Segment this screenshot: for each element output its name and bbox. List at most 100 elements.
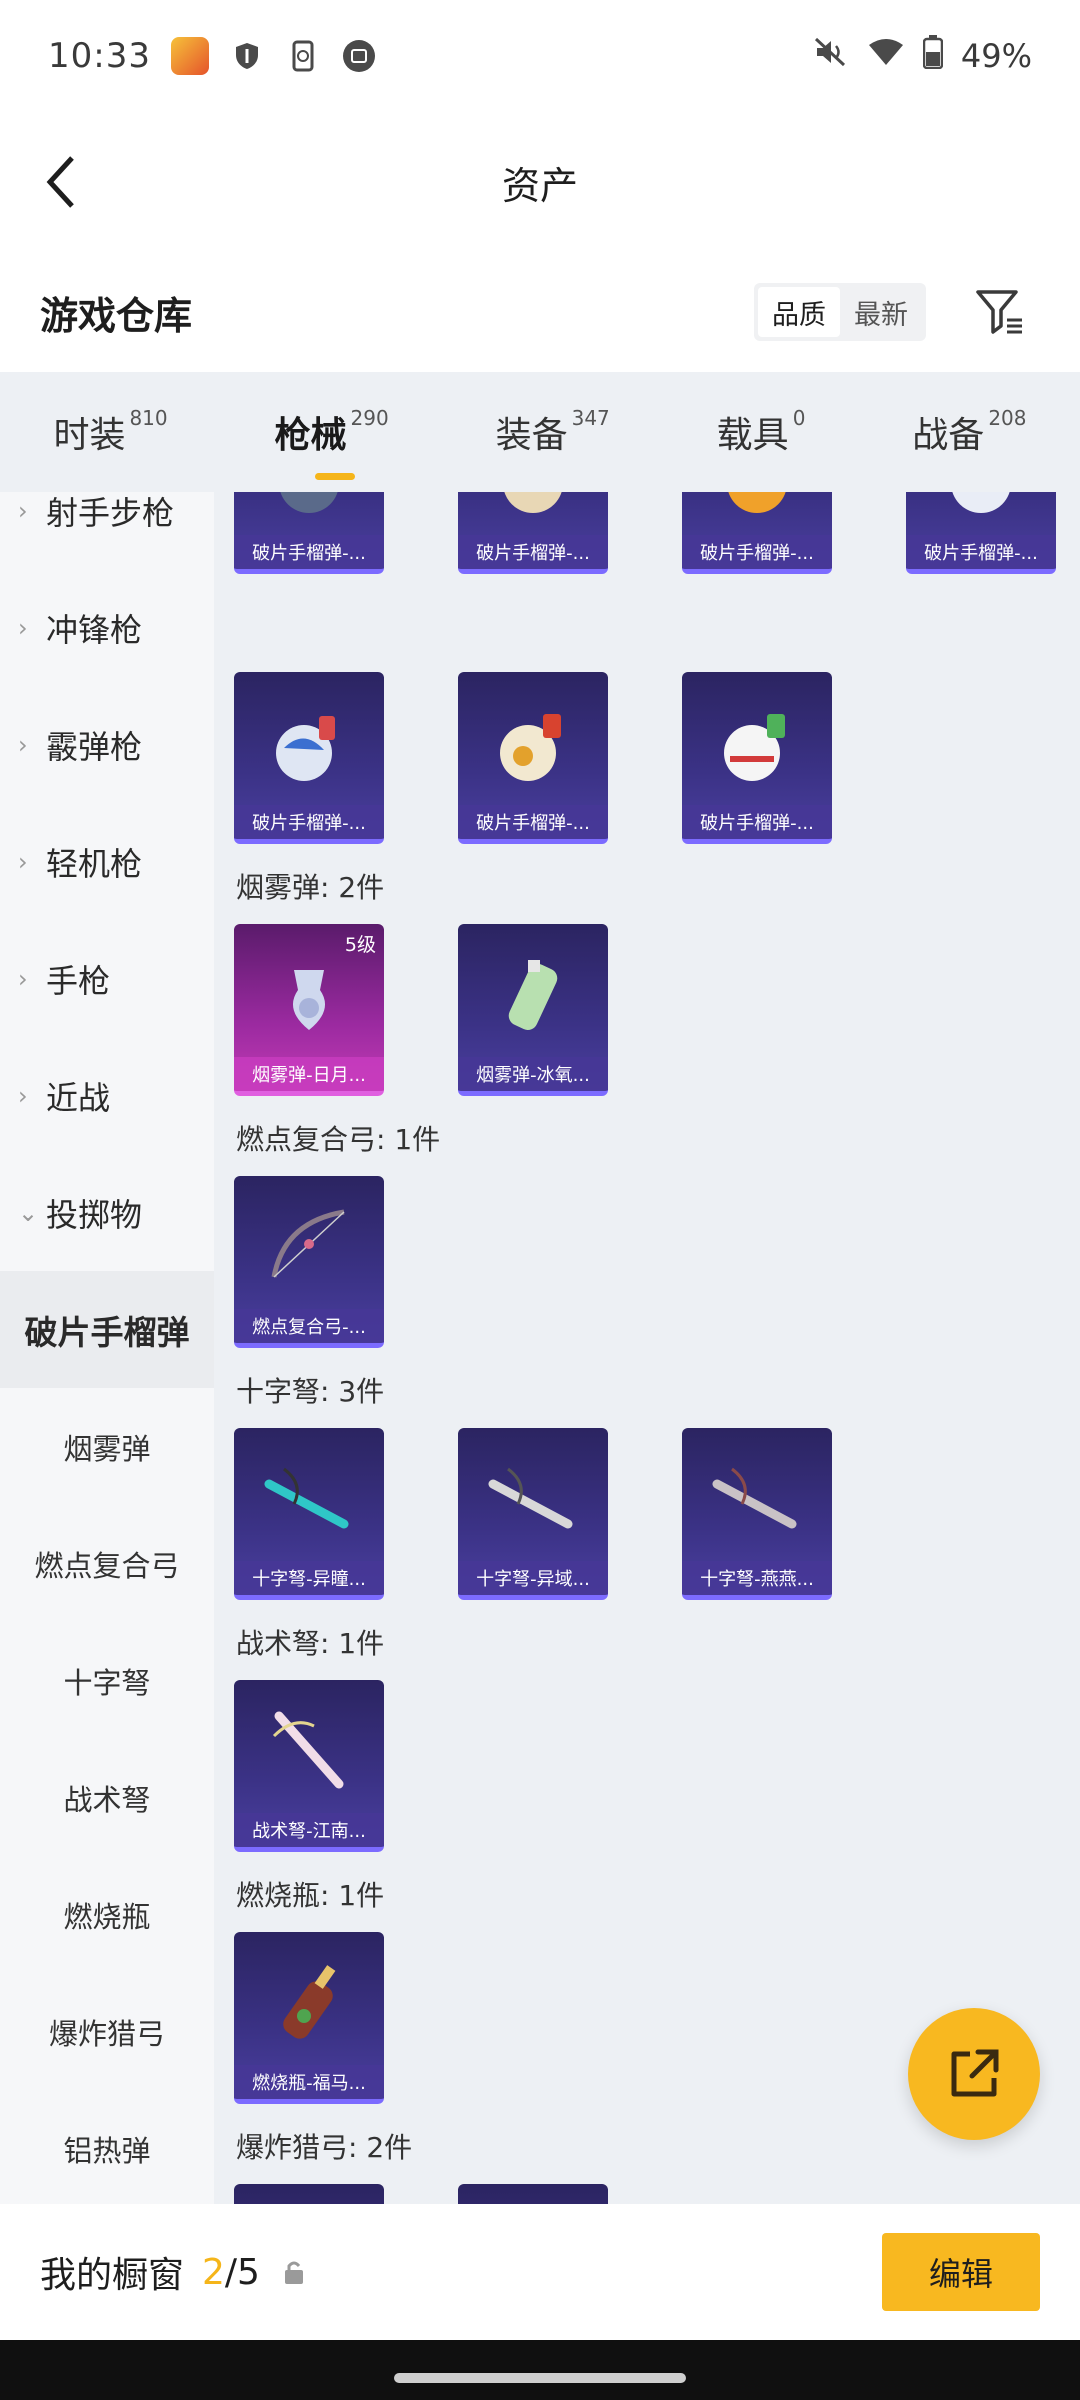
tab-equipment[interactable]: 装备 347 <box>496 406 610 458</box>
item-card[interactable]: 十字弩-燕燕... <box>682 1428 832 1600</box>
item-card[interactable]: 破片手榴弹-... <box>234 492 384 574</box>
showcase-label: 我的橱窗 <box>40 2255 185 2296</box>
sidebar-subitem-molotov[interactable]: 燃烧瓶 <box>0 1856 214 1973</box>
molotov-art-icon <box>283 1965 336 2039</box>
phone-sync-icon <box>285 38 321 74</box>
tab-label: 时装 <box>53 415 126 456</box>
item-card[interactable]: 燃点复合弓-... <box>234 1176 384 1348</box>
showcase-bar: 我的橱窗 2/5 编辑 <box>0 2204 1080 2340</box>
sidebar-item-label: 近战 <box>46 1078 111 1117</box>
item-card[interactable] <box>458 2184 608 2204</box>
item-card-label: 烟雾弹-日月... <box>234 1057 384 1091</box>
item-card[interactable]: 破片手榴弹-... <box>682 672 832 844</box>
item-card[interactable]: 破片手榴弹-... <box>234 672 384 844</box>
filter-button[interactable] <box>970 282 1030 342</box>
sort-latest-button[interactable]: 最新 <box>840 287 922 337</box>
battery-percent: 49% <box>960 37 1032 75</box>
wifi-icon <box>867 37 905 75</box>
grenade-art-icon <box>500 714 561 781</box>
chevron-right-icon: › <box>18 1081 28 1110</box>
section-crossbow-label: 十字弩: 3件 <box>236 1375 385 1408</box>
sidebar-item-marksman[interactable]: › 射手步枪 <box>0 492 214 569</box>
sort-quality-button[interactable]: 品质 <box>758 287 840 337</box>
tab-count: 810 <box>129 406 168 430</box>
item-card[interactable]: 战术弩-江南... <box>234 1680 384 1852</box>
crossbow-art-icon <box>264 1467 349 1529</box>
item-card[interactable]: 燃烧瓶-福马... <box>234 1932 384 2104</box>
tab-count: 0 <box>792 406 806 430</box>
item-card[interactable]: 十字弩-异域... <box>458 1428 608 1600</box>
item-card[interactable] <box>234 2184 384 2204</box>
chevron-right-icon: › <box>18 847 28 876</box>
section-hunting-label: 爆炸猎弓: 2件 <box>236 2131 413 2164</box>
item-card-label: 破片手榴弹-... <box>458 535 608 569</box>
tab-active-indicator <box>314 473 355 480</box>
section-molotov-label: 燃烧瓶: 1件 <box>236 1879 385 1912</box>
item-card[interactable]: 破片手榴弹-... <box>906 492 1056 574</box>
grid-row: 5级 烟雾弹-日月... 烟雾弹-冰氧... <box>234 924 608 1096</box>
item-card[interactable]: 5级 烟雾弹-日月... <box>234 924 384 1096</box>
smoke-art-icon <box>292 970 326 1030</box>
sidebar-item-smg[interactable]: › 冲锋枪 <box>0 569 214 686</box>
page-title: 资产 <box>501 163 578 208</box>
grid-row: 破片手榴弹-... 破片手榴弹-... 破片手榴弹-... <box>234 672 832 844</box>
share-icon <box>951 2049 999 2097</box>
grenade-art-icon <box>276 716 335 781</box>
chevron-right-icon: › <box>18 964 28 993</box>
sort-toggle: 品质 最新 <box>754 283 926 341</box>
tab-count: 347 <box>571 406 610 430</box>
sidebar-item-shotgun[interactable]: › 霰弹枪 <box>0 686 214 803</box>
sidebar-item-label: 投掷物 <box>46 1195 143 1234</box>
tab-label: 枪械 <box>274 415 347 456</box>
back-button[interactable] <box>30 152 90 212</box>
sidebar: › 射手步枪 › 冲锋枪 › 霰弹枪 › 轻机枪 › 手枪 › 近战 ⌄ 投掷物 破片手榴弹 … <box>0 492 214 2204</box>
tab-guns[interactable]: 枪械 290 <box>274 406 389 480</box>
tab-fashion[interactable]: 时装 810 <box>53 406 167 458</box>
grid-row: 燃烧瓶-福马... <box>234 1932 384 2104</box>
crossbow-art-icon <box>488 1467 573 1529</box>
item-card[interactable]: 破片手榴弹-... <box>458 492 608 574</box>
sidebar-subitem-hunting-bow[interactable]: 爆炸猎弓 <box>0 1973 214 2090</box>
sidebar-subitem-crossbow[interactable]: 十字弩 <box>0 1622 214 1739</box>
sidebar-item-throwables[interactable]: ⌄ 投掷物 <box>0 1154 214 1271</box>
grenade-art-icon <box>724 714 785 781</box>
sidebar-item-lmg[interactable]: › 轻机枪 <box>0 803 214 920</box>
calendar-icon <box>341 38 377 74</box>
grid-row <box>234 2184 608 2204</box>
tab-supplies[interactable]: 战备 208 <box>912 406 1026 458</box>
home-indicator[interactable] <box>394 2373 686 2383</box>
item-card[interactable]: 烟雾弹-冰氧... <box>458 924 608 1096</box>
item-card-label: 燃烧瓶-福马... <box>234 2065 384 2099</box>
chevron-down-icon: ⌄ <box>18 1198 39 1227</box>
sidebar-item-frag-grenade[interactable]: 破片手榴弹 <box>0 1271 214 1388</box>
item-card-label: 破片手榴弹-... <box>458 805 608 839</box>
item-card-label: 战术弩-江南... <box>234 1813 384 1847</box>
item-card[interactable]: 破片手榴弹-... <box>682 492 832 574</box>
edit-button[interactable]: 编辑 <box>882 2233 1040 2311</box>
tab-count: 208 <box>988 406 1027 430</box>
grenade-art-icon <box>504 492 562 513</box>
item-card[interactable]: 十字弩-异瞳... <box>234 1428 384 1600</box>
sidebar-item-pistol[interactable]: › 手枪 <box>0 920 214 1037</box>
sidebar-subitem-thermite[interactable]: 铝热弹 <box>0 2090 214 2204</box>
sidebar-item-melee[interactable]: › 近战 <box>0 1037 214 1154</box>
sidebar-subitem-tactical-crossbow[interactable]: 战术弩 <box>0 1739 214 1856</box>
grid-row: 燃点复合弓-... <box>234 1176 384 1348</box>
item-card[interactable]: 破片手榴弹-... <box>458 672 608 844</box>
tactical-crossbow-art-icon <box>272 1711 344 1789</box>
section-smoke-label: 烟雾弹: 2件 <box>236 871 385 904</box>
bow-art-icon <box>271 1209 345 1278</box>
battery-icon <box>922 35 944 77</box>
sidebar-subitem-bow[interactable]: 燃点复合弓 <box>0 1505 214 1622</box>
sidebar-subitem-smoke[interactable]: 烟雾弹 <box>0 1388 214 1505</box>
tab-vehicles[interactable]: 载具 0 <box>717 406 806 458</box>
grid-row: 战术弩-江南... <box>234 1680 384 1852</box>
chevron-right-icon: › <box>18 730 28 759</box>
grenade-art-icon <box>728 492 786 513</box>
grenade-art-icon <box>280 492 338 513</box>
item-card-label: 破片手榴弹-... <box>682 805 832 839</box>
status-bar: 10:33 49% <box>0 0 1080 112</box>
warehouse-title: 游戏仓库 <box>40 293 193 338</box>
item-card-label: 破片手榴弹-... <box>906 535 1056 569</box>
share-button[interactable] <box>908 2008 1040 2140</box>
